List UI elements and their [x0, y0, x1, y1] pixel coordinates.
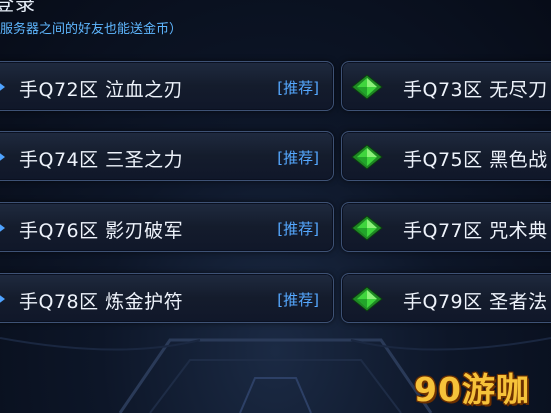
server-label: 手Q72区 泣血之刃 [19, 79, 184, 101]
green-gem-icon [351, 144, 383, 170]
recommend-tag: [推荐] [277, 220, 319, 238]
server-label: 手Q77区 咒术典 [403, 220, 548, 242]
arrow-right-icon [0, 81, 5, 93]
server-button-q73[interactable]: 手Q73区 无尽刀 [341, 61, 551, 111]
green-gem-icon [351, 215, 383, 241]
server-label: 手Q79区 圣者法 [403, 291, 548, 313]
page-title: 登录 [0, 0, 36, 15]
server-button-q79[interactable]: 手Q79区 圣者法 [341, 273, 551, 323]
server-button-q74[interactable]: 手Q74区 三圣之力 [推荐] [0, 131, 334, 181]
server-button-q78[interactable]: 手Q78区 炼金护符 [推荐] [0, 273, 334, 323]
server-label: 手Q73区 无尽刀 [403, 79, 548, 101]
recommend-tag: [推荐] [277, 149, 319, 167]
arrow-right-icon [0, 293, 5, 305]
server-label: 手Q76区 影刃破军 [19, 220, 184, 242]
recommend-tag: [推荐] [277, 291, 319, 309]
server-label: 手Q78区 炼金护符 [19, 291, 184, 313]
green-gem-icon [351, 286, 383, 312]
server-button-q72[interactable]: 手Q72区 泣血之刃 [推荐] [0, 61, 334, 111]
server-label: 手Q74区 三圣之力 [19, 149, 184, 171]
page-subtitle: 服务器之间的好友也能送金币） [0, 22, 183, 37]
server-button-q76[interactable]: 手Q76区 影刃破军 [推荐] [0, 202, 334, 252]
arrow-right-icon [0, 222, 5, 234]
green-gem-icon [351, 74, 383, 100]
server-button-q75[interactable]: 手Q75区 黑色战 [341, 131, 551, 181]
server-label: 手Q75区 黑色战 [403, 149, 548, 171]
arrow-right-icon [0, 151, 5, 163]
recommend-tag: [推荐] [277, 79, 319, 97]
watermark-logo: 90游咖 [414, 370, 530, 409]
server-button-q77[interactable]: 手Q77区 咒术典 [341, 202, 551, 252]
